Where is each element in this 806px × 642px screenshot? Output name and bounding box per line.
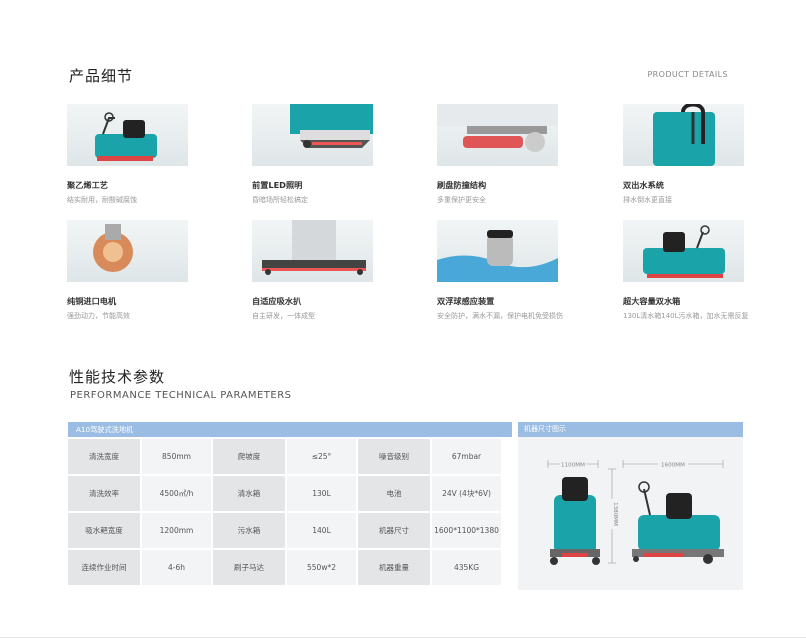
spec-key: 清洗效率 [68, 476, 140, 511]
feature-card: 双浮球感应装置 安全防护，满水不漏，保护电机免受损伤 [437, 220, 563, 321]
feature-desc: 130L清水箱140L污水箱，加水无需反复 [623, 312, 749, 320]
feature-image-squeegee [252, 220, 373, 282]
feature-image-float [437, 220, 558, 282]
spec-value: 130L [287, 476, 356, 511]
spec-value: ≤25° [287, 439, 356, 474]
spec-key: 电池 [358, 476, 430, 511]
width-label: 1100MM [561, 463, 585, 469]
feature-image-polyethylene [67, 104, 188, 166]
feature-title: 聚乙烯工艺 [67, 180, 108, 190]
spec-value: 435KG [432, 550, 501, 585]
length-label: 1600MM [661, 463, 685, 469]
table-row: 清洗效率 4500㎡/h 清水箱 130L 电池 24V (4块*6V) [68, 476, 501, 511]
spec-value: 140L [287, 513, 356, 548]
feature-card: 刷盘防撞结构 多重保护更安全 [437, 104, 559, 205]
section-title-details: 产品细节 [69, 67, 134, 85]
feature-card: 聚乙烯工艺 结实耐用，耐酸碱腐蚀 [67, 104, 189, 205]
spec-value: 1600*1100*1380 [432, 513, 501, 548]
spec-key: 吸水耙宽度 [68, 513, 140, 548]
spec-value: 67mbar [432, 439, 501, 474]
feature-card: 自适应吸水扒 自主研发，一体成型 [252, 220, 374, 321]
bottom-divider [0, 637, 806, 638]
spec-value: 1200mm [142, 513, 211, 548]
spec-key: 连续作业时间 [68, 550, 140, 585]
spec-value: 24V (4块*6V) [432, 476, 501, 511]
spec-value: 4500㎡/h [142, 476, 211, 511]
specs-table: A10驾驶式洗地机 清洗宽度 850mm 爬坡度 ≤25° 噪音级别 67mba… [68, 422, 512, 587]
dimension-diagram: 机器尺寸图示 1100MM 1380MM 1600MM [518, 422, 743, 590]
spec-key: 机器重量 [358, 550, 430, 585]
table-row: 吸水耙宽度 1200mm 污水箱 140L 机器尺寸 1600*1100*138… [68, 513, 501, 548]
feature-image-led [252, 104, 373, 166]
feature-image-tank [623, 220, 744, 282]
feature-title: 双浮球感应装置 [437, 296, 495, 306]
feature-title: 纯铜进口电机 [67, 296, 117, 306]
feature-card: 超大容量双水箱 130L清水箱140L污水箱，加水无需反复 [623, 220, 749, 321]
height-label: 1380MM [612, 502, 618, 526]
feature-card: 双出水系统 排水倒水更直接 [623, 104, 745, 205]
feature-desc: 自主研发，一体成型 [252, 312, 315, 320]
feature-desc: 昏暗场所轻松搞定 [252, 196, 308, 204]
spec-value: 4-6h [142, 550, 211, 585]
feature-card: 纯铜进口电机 强劲动力，节能高效 [67, 220, 189, 321]
dimension-header: 机器尺寸图示 [518, 422, 743, 437]
spec-key: 噪音级别 [358, 439, 430, 474]
spec-key: 刷子马达 [213, 550, 285, 585]
feature-image-brush [437, 104, 558, 166]
feature-card: 前置LED照明 昏暗场所轻松搞定 [252, 104, 374, 205]
dimension-drawing: 1100MM 1380MM 1600MM [547, 459, 724, 565]
feature-desc: 安全防护，满水不漏，保护电机免受损伤 [437, 312, 563, 320]
spec-key: 清水箱 [213, 476, 285, 511]
feature-title: 刷盘防撞结构 [437, 180, 487, 190]
feature-title: 自适应吸水扒 [252, 296, 302, 306]
spec-key: 清洗宽度 [68, 439, 140, 474]
feature-desc: 强劲动力，节能高效 [67, 312, 130, 320]
feature-image-water [623, 104, 744, 166]
feature-desc: 多重保护更安全 [437, 196, 486, 204]
section-subtitle-params: PERFORMANCE TECHNICAL PARAMETERS [70, 390, 292, 401]
feature-title: 超大容量双水箱 [623, 296, 681, 306]
spec-key: 爬坡度 [213, 439, 285, 474]
feature-title: 前置LED照明 [252, 180, 303, 190]
specs-header: A10驾驶式洗地机 [68, 422, 512, 437]
spec-key: 机器尺寸 [358, 513, 430, 548]
feature-desc: 排水倒水更直接 [623, 196, 672, 204]
specs-grid: 清洗宽度 850mm 爬坡度 ≤25° 噪音级别 67mbar 清洗效率 450… [66, 437, 503, 587]
spec-value: 850mm [142, 439, 211, 474]
spec-key: 污水箱 [213, 513, 285, 548]
feature-title: 双出水系统 [623, 180, 664, 190]
spec-value: 550w*2 [287, 550, 356, 585]
table-row: 连续作业时间 4-6h 刷子马达 550w*2 机器重量 435KG [68, 550, 501, 585]
feature-desc: 结实耐用，耐酸碱腐蚀 [67, 196, 137, 204]
table-row: 清洗宽度 850mm 爬坡度 ≤25° 噪音级别 67mbar [68, 439, 501, 474]
section-title-params: 性能技术参数 [69, 368, 166, 386]
section-subtitle-details: PRODUCT DETAILS [647, 70, 728, 79]
feature-image-motor [67, 220, 188, 282]
feature-grid: 聚乙烯工艺 结实耐用，耐酸碱腐蚀 前置LED照明 昏暗场所轻松搞定 刷盘防撞结构… [67, 104, 749, 324]
